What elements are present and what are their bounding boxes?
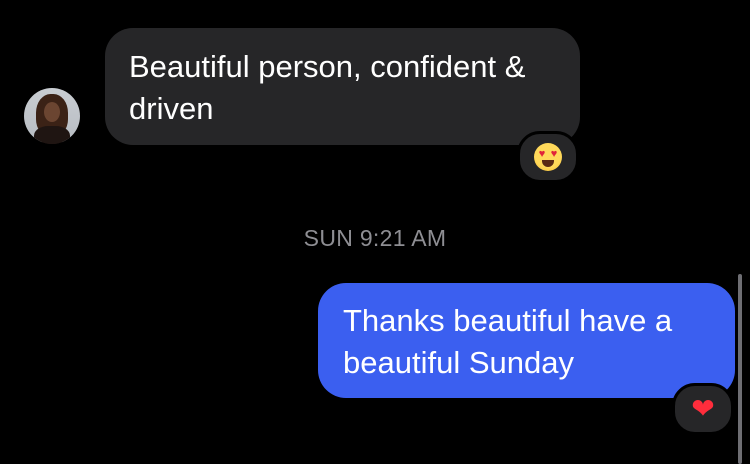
red-heart-icon: ❤ [691,392,715,425]
incoming-message-reaction[interactable]: ♥ ♥ [517,131,579,183]
chat-thread: Beautiful person, confident & driven ♥ ♥… [0,0,750,464]
incoming-message-text: Beautiful person, confident & driven [129,49,526,126]
outgoing-message-bubble[interactable]: Thanks beautiful have a beautiful Sunday [318,283,735,398]
outgoing-message-text: Thanks beautiful have a beautiful Sunday [343,303,673,380]
avatar-face [44,102,60,122]
heart-eyes-emoji-icon: ♥ ♥ [534,143,562,171]
outgoing-message-reaction[interactable]: ❤ [672,383,734,435]
message-timestamp: SUN 9:21 AM [303,225,447,251]
avatar-body [34,126,70,144]
scrollbar[interactable] [738,274,742,464]
sender-avatar[interactable] [24,88,80,144]
incoming-message-bubble[interactable]: Beautiful person, confident & driven [105,28,580,145]
